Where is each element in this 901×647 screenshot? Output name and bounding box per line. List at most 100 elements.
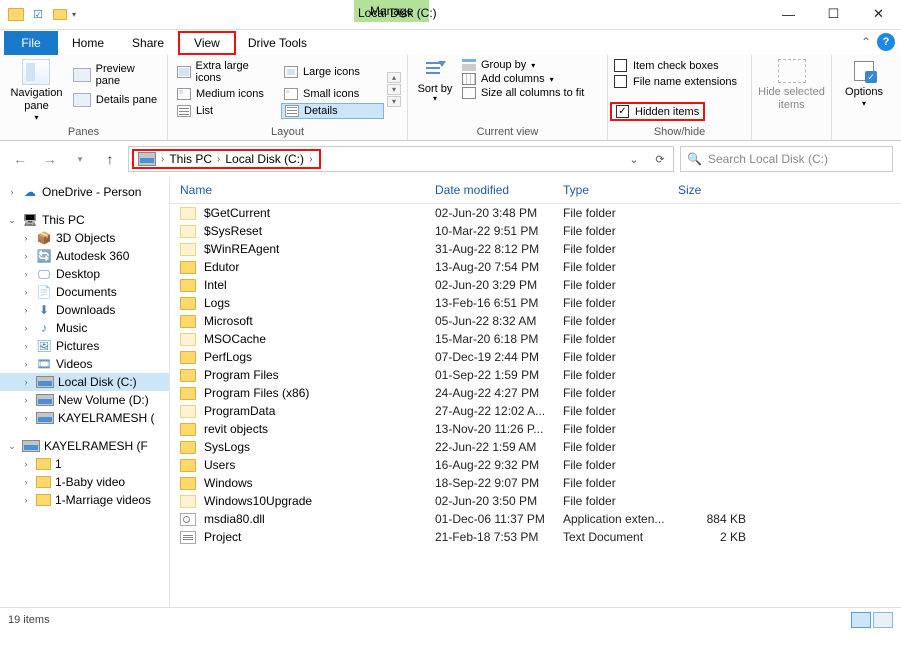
file-row[interactable]: MSOCache15-Mar-20 6:18 PMFile folder — [170, 330, 901, 348]
expand-icon[interactable]: › — [20, 305, 32, 315]
breadcrumb-location[interactable]: Local Disk (C:) — [225, 152, 304, 166]
column-name[interactable]: Name — [180, 183, 435, 197]
file-row[interactable]: PerfLogs07-Dec-19 2:44 PMFile folder — [170, 348, 901, 366]
file-row[interactable]: $WinREAgent31-Aug-22 8:12 PMFile folder — [170, 240, 901, 258]
expand-icon[interactable]: › — [20, 413, 32, 423]
options-button[interactable]: Options ▾ — [838, 59, 890, 109]
file-row[interactable]: Users16-Aug-22 9:32 PMFile folder — [170, 456, 901, 474]
forward-button[interactable]: → — [38, 147, 62, 171]
file-row[interactable]: Edutor13-Aug-20 7:54 PMFile folder — [170, 258, 901, 276]
file-row[interactable]: revit objects13-Nov-20 11:26 P...File fo… — [170, 420, 901, 438]
hide-selected-items-button[interactable]: Hide selected items — [758, 59, 825, 112]
tree-item[interactable]: ›📦3D Objects — [0, 229, 169, 247]
file-row[interactable]: Intel02-Jun-20 3:29 PMFile folder — [170, 276, 901, 294]
expand-icon[interactable]: › — [20, 233, 32, 243]
file-row[interactable]: Project21-Feb-18 7:53 PMText Document2 K… — [170, 528, 901, 546]
expand-icon[interactable]: › — [20, 251, 32, 261]
layout-extra-large-icons[interactable]: Extra large icons — [174, 59, 277, 85]
file-row[interactable]: Windows18-Sep-22 9:07 PMFile folder — [170, 474, 901, 492]
tree-item[interactable]: ›⬇Downloads — [0, 301, 169, 319]
tree-item[interactable]: ›🔄Autodesk 360 — [0, 247, 169, 265]
tab-share[interactable]: Share — [118, 31, 178, 55]
new-folder-icon[interactable] — [50, 5, 70, 25]
tree-item[interactable]: ›1 — [0, 455, 169, 473]
preview-pane-button[interactable]: Preview pane — [73, 63, 161, 87]
tab-home[interactable]: Home — [58, 31, 118, 55]
tree-item[interactable]: ›🖵Desktop — [0, 265, 169, 283]
thumbnails-view-toggle[interactable] — [873, 612, 893, 628]
refresh-button[interactable]: ⟳ — [647, 147, 673, 171]
size-all-columns-button[interactable]: Size all columns to fit — [462, 87, 584, 99]
hidden-items-toggle[interactable]: ✓Hidden items — [616, 105, 699, 118]
tab-drive-tools[interactable]: Drive Tools — [236, 31, 319, 55]
address-dropdown-button[interactable]: ⌄ — [621, 147, 647, 171]
sort-by-button[interactable]: Sort by▾ — [414, 59, 456, 104]
qat-dropdown-icon[interactable]: ▾ — [72, 10, 84, 19]
layout-large-icons[interactable]: Large icons — [281, 59, 384, 85]
expand-icon[interactable]: › — [20, 341, 32, 351]
tree-item[interactable]: ›1-Baby video — [0, 473, 169, 491]
expand-icon[interactable]: › — [20, 269, 32, 279]
layout-list[interactable]: List — [174, 103, 277, 119]
file-row[interactable]: ProgramData27-Aug-22 12:02 A...File fold… — [170, 402, 901, 420]
file-row[interactable]: Program Files (x86)24-Aug-22 4:27 PMFile… — [170, 384, 901, 402]
tree-item[interactable]: ›📄Documents — [0, 283, 169, 301]
layout-small-icons[interactable]: Small icons — [281, 87, 384, 101]
tree-item[interactable]: ›🖼Pictures — [0, 337, 169, 355]
group-by-button[interactable]: Group by ▾ — [462, 59, 584, 71]
help-icon[interactable]: ? — [877, 33, 895, 51]
layout-details[interactable]: Details — [281, 103, 384, 119]
details-view-toggle[interactable] — [851, 612, 871, 628]
expand-icon[interactable]: › — [20, 459, 32, 469]
file-row[interactable]: Program Files01-Sep-22 1:59 PMFile folde… — [170, 366, 901, 384]
file-row[interactable]: $GetCurrent02-Jun-20 3:48 PMFile folder — [170, 204, 901, 222]
details-pane-button[interactable]: Details pane — [73, 93, 161, 107]
expand-icon[interactable]: › — [20, 359, 32, 369]
expand-icon[interactable]: › — [20, 377, 32, 387]
column-type[interactable]: Type — [563, 183, 678, 197]
navigation-tree[interactable]: ›☁OneDrive - Person ⌄🖥This PC ›📦3D Objec… — [0, 177, 170, 607]
recent-locations-button[interactable]: ▾ — [68, 147, 92, 171]
tree-item[interactable]: ›♪Music — [0, 319, 169, 337]
address-bar[interactable]: › This PC › Local Disk (C:) › ⌄ ⟳ — [128, 146, 674, 172]
file-row[interactable]: msdia80.dll01-Dec-06 11:37 PMApplication… — [170, 510, 901, 528]
layout-scroll-up[interactable]: ▴ — [387, 72, 401, 83]
file-row[interactable]: Windows10Upgrade02-Jun-20 3:50 PMFile fo… — [170, 492, 901, 510]
chevron-right-icon[interactable]: › — [306, 154, 315, 165]
tree-item[interactable]: ›Local Disk (C:) — [0, 373, 169, 391]
breadcrumb-this-pc[interactable]: This PC — [169, 152, 212, 166]
file-row[interactable]: SysLogs22-Jun-22 1:59 AMFile folder — [170, 438, 901, 456]
tree-drive-f[interactable]: ⌄KAYELRAMESH (F — [0, 437, 169, 455]
search-input[interactable]: 🔍 Search Local Disk (C:) — [680, 146, 893, 172]
expand-icon[interactable]: › — [20, 495, 32, 505]
expand-icon[interactable]: › — [20, 395, 32, 405]
properties-icon[interactable]: ☑ — [28, 5, 48, 25]
tab-file[interactable]: File — [4, 31, 58, 55]
expand-icon[interactable]: › — [20, 323, 32, 333]
file-name-extensions-toggle[interactable]: File name extensions — [614, 75, 745, 88]
tree-item[interactable]: ›1-Marriage videos — [0, 491, 169, 509]
item-check-boxes-toggle[interactable]: Item check boxes — [614, 59, 745, 72]
tree-this-pc[interactable]: ⌄🖥This PC — [0, 211, 169, 229]
add-columns-button[interactable]: Add columns ▾ — [462, 73, 584, 85]
expand-icon[interactable]: › — [20, 287, 32, 297]
minimize-button[interactable]: — — [766, 0, 811, 28]
back-button[interactable]: ← — [8, 147, 32, 171]
navigation-pane-button[interactable]: Navigation pane▾ — [6, 59, 67, 123]
tree-item[interactable]: ›🎞Videos — [0, 355, 169, 373]
expand-icon[interactable]: › — [20, 477, 32, 487]
collapse-icon[interactable]: ⌄ — [6, 215, 18, 226]
layout-medium-icons[interactable]: Medium icons — [174, 87, 277, 101]
up-button[interactable]: ↑ — [98, 147, 122, 171]
close-button[interactable]: ✕ — [856, 0, 901, 28]
collapse-icon[interactable]: ⌄ — [6, 441, 18, 452]
tree-onedrive[interactable]: ›☁OneDrive - Person — [0, 183, 169, 201]
column-date[interactable]: Date modified — [435, 183, 563, 197]
expand-icon[interactable]: › — [6, 187, 18, 197]
file-row[interactable]: Microsoft05-Jun-22 8:32 AMFile folder — [170, 312, 901, 330]
collapse-ribbon-icon[interactable]: ⌃ — [861, 35, 871, 49]
file-row[interactable]: $SysReset10-Mar-22 9:51 PMFile folder — [170, 222, 901, 240]
column-size[interactable]: Size — [678, 183, 758, 197]
layout-scroll-down[interactable]: ▾ — [387, 84, 401, 95]
tree-item[interactable]: ›New Volume (D:) — [0, 391, 169, 409]
